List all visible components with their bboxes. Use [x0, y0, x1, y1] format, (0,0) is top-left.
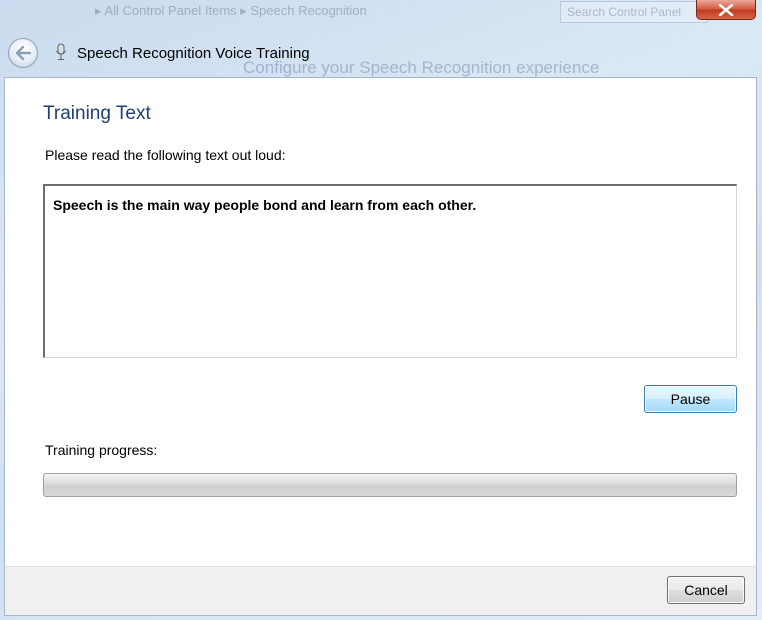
footer: Cancel [4, 566, 757, 616]
background-address-path: ▸ All Control Panel Items ▸ Speech Recog… [95, 3, 367, 18]
instruction-text: Please read the following text out loud: [45, 147, 286, 163]
pause-button[interactable]: Pause [644, 385, 737, 413]
content-pane: Training Text Please read the following … [4, 77, 757, 566]
back-button[interactable] [8, 38, 38, 68]
close-button[interactable] [696, 0, 756, 20]
background-search-box: Search Control Panel [560, 1, 708, 23]
close-x-icon [718, 3, 734, 16]
window-title: Speech Recognition Voice Training [77, 45, 310, 62]
back-arrow-icon [15, 45, 32, 61]
background-window-bar: ▸ All Control Panel Items ▸ Speech Recog… [0, 0, 762, 24]
progress-label: Training progress: [45, 442, 158, 458]
training-progress-bar [43, 473, 737, 497]
training-sentence: Speech is the main way people bond and l… [53, 197, 477, 213]
section-title: Training Text [43, 103, 151, 124]
training-text-box: Speech is the main way people bond and l… [43, 184, 737, 358]
microphone-icon [56, 43, 66, 60]
cancel-button[interactable]: Cancel [667, 576, 745, 604]
